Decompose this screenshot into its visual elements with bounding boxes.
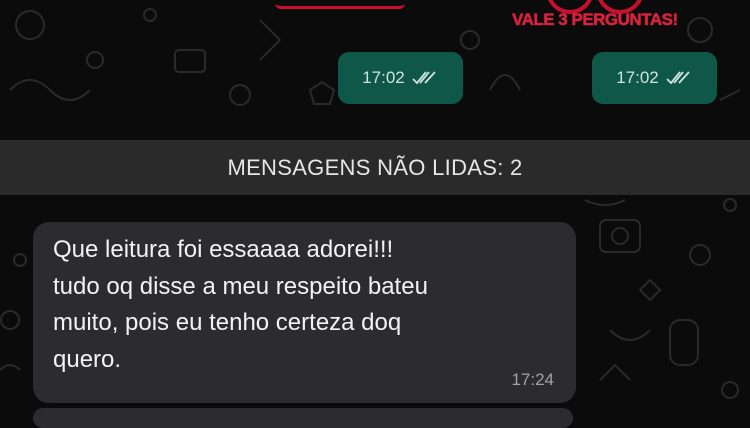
message-time: 17:02: [616, 68, 659, 87]
message-line: tudo oq disse a meu respeito bateu: [53, 272, 428, 300]
message-time: 17:24: [511, 370, 554, 389]
message-line: muito, pois eu tenho certeza doq: [53, 309, 402, 336]
next-message-bubble[interactable]: [33, 408, 573, 428]
message-line: Que leitura foi essaaaa adorei!!!: [53, 236, 394, 263]
double-check-icon: [666, 71, 690, 85]
incoming-message-bubble[interactable]: Que leitura foi essaaaa adorei!!! tudo o…: [33, 222, 576, 403]
sticker-caption: VALE 3 PERGUNTAS!: [512, 10, 678, 29]
message-text: Que leitura foi essaaaa adorei!!! tudo o…: [53, 232, 553, 378]
double-check-icon: [412, 71, 436, 85]
unread-messages-label: MENSAGENS NÃO LIDAS: 2: [227, 154, 523, 180]
outgoing-message-bubble[interactable]: 17:02: [592, 52, 717, 104]
unread-messages-banner: MENSAGENS NÃO LIDAS: 2: [0, 140, 750, 195]
message-time: 17:02: [362, 68, 405, 87]
message-line: quero.: [53, 345, 122, 373]
sticker-top-edge: [275, 0, 405, 9]
outgoing-message-bubble[interactable]: 17:02: [338, 52, 463, 104]
